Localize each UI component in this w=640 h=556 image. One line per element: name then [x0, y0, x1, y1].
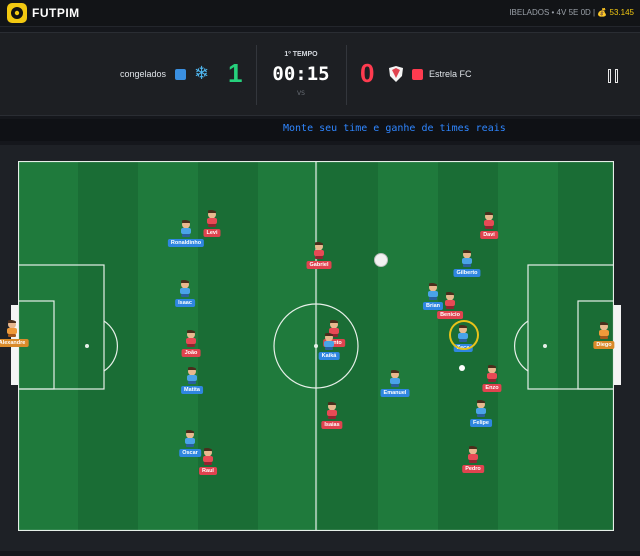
player-name-label: Isaias — [321, 421, 343, 429]
player-avatar-icon — [324, 333, 334, 350]
soccer-ball-logo-icon[interactable] — [7, 3, 27, 23]
pitch-area — [0, 145, 640, 551]
account-ticker: IBELADOS • 4V 5E 0D | 💰 53.145 — [509, 8, 634, 17]
away-color-swatch — [412, 69, 423, 80]
promo-marquee: Monte seu time e ganhe de times reais — [0, 119, 640, 141]
ball-marker — [459, 365, 465, 371]
scoreboard: congelados ❄ 1 1º TEMPO 00:15 VS 0 Estre… — [0, 32, 640, 116]
player-avatar-icon — [207, 210, 217, 227]
player-name-label: Emanuel — [380, 389, 410, 397]
player-name-label: Davi — [480, 231, 498, 239]
match-clock: 00:15 — [272, 63, 330, 85]
home-team-name: congelados — [120, 69, 167, 79]
player-avatar-icon — [428, 283, 438, 300]
coin-balance: 💰 53.145 — [597, 8, 634, 17]
pitch[interactable] — [18, 161, 614, 531]
player-name-label: Gilberto — [453, 269, 481, 277]
right-goal — [614, 305, 621, 385]
player-name-label: Brian — [422, 302, 444, 310]
player-name-label: Diego — [593, 341, 615, 349]
divider — [346, 45, 347, 105]
home-color-swatch — [175, 69, 186, 80]
player-name-label: Matita — [181, 386, 203, 394]
player-name-label: Oscar — [179, 449, 201, 457]
selected-player-ring — [449, 320, 479, 350]
home-score: 1 — [228, 58, 243, 88]
player-name-label: Gabriel — [306, 261, 332, 269]
player-avatar-icon — [327, 402, 337, 419]
top-bar: FUTPIM IBELADOS • 4V 5E 0D | 💰 53.145 — [0, 0, 640, 27]
player-avatar-icon — [186, 330, 196, 347]
player-name-label: Benicio — [437, 311, 463, 319]
match-period: 1º TEMPO — [284, 51, 318, 58]
player-name-label: Isaac — [175, 299, 195, 307]
player-name-label: Raul — [199, 467, 217, 475]
player-name-label: Pedro — [462, 465, 484, 473]
pause-button[interactable] — [607, 69, 621, 83]
player-avatar-icon — [7, 320, 17, 337]
player-avatar-icon — [599, 322, 609, 339]
record-text: IBELADOS • 4V 5E 0D | — [509, 8, 596, 17]
player-avatar-icon — [462, 250, 472, 267]
player-avatar-icon — [181, 220, 191, 237]
match-ball — [374, 253, 388, 267]
player-name-label: Ronaldinho — [167, 239, 205, 247]
player-avatar-icon — [180, 280, 190, 297]
player-avatar-icon — [468, 446, 478, 463]
player-name-label: Levi — [203, 229, 221, 237]
snowflake-icon: ❄ — [194, 63, 210, 84]
promo-text: Monte seu time e ganhe de times reais — [283, 123, 506, 134]
player-avatar-icon — [390, 370, 400, 387]
away-team-name: Estrela FC — [429, 69, 472, 79]
player-name-label: Enzo — [482, 384, 502, 392]
player-avatar-icon — [445, 292, 455, 309]
player-avatar-icon — [487, 365, 497, 382]
player-avatar-icon — [476, 400, 486, 417]
player-name-label: Felipe — [470, 419, 492, 427]
pause-bar — [608, 69, 611, 83]
pause-bar — [615, 69, 618, 83]
player-name-label: Kaiká — [318, 352, 340, 360]
pitch-lines — [18, 161, 614, 531]
player-avatar-icon — [185, 430, 195, 447]
player-name-label: João — [181, 349, 201, 357]
vs-label: VS — [297, 90, 305, 97]
player-avatar-icon — [187, 367, 197, 384]
player-avatar-icon — [484, 212, 494, 229]
player-avatar-icon — [203, 448, 213, 465]
away-score: 0 — [360, 58, 375, 88]
player-avatar-icon — [314, 242, 324, 259]
brand-name[interactable]: FUTPIM — [32, 6, 80, 20]
shield-icon — [389, 66, 403, 82]
player-name-label: Alexandre — [0, 339, 29, 347]
